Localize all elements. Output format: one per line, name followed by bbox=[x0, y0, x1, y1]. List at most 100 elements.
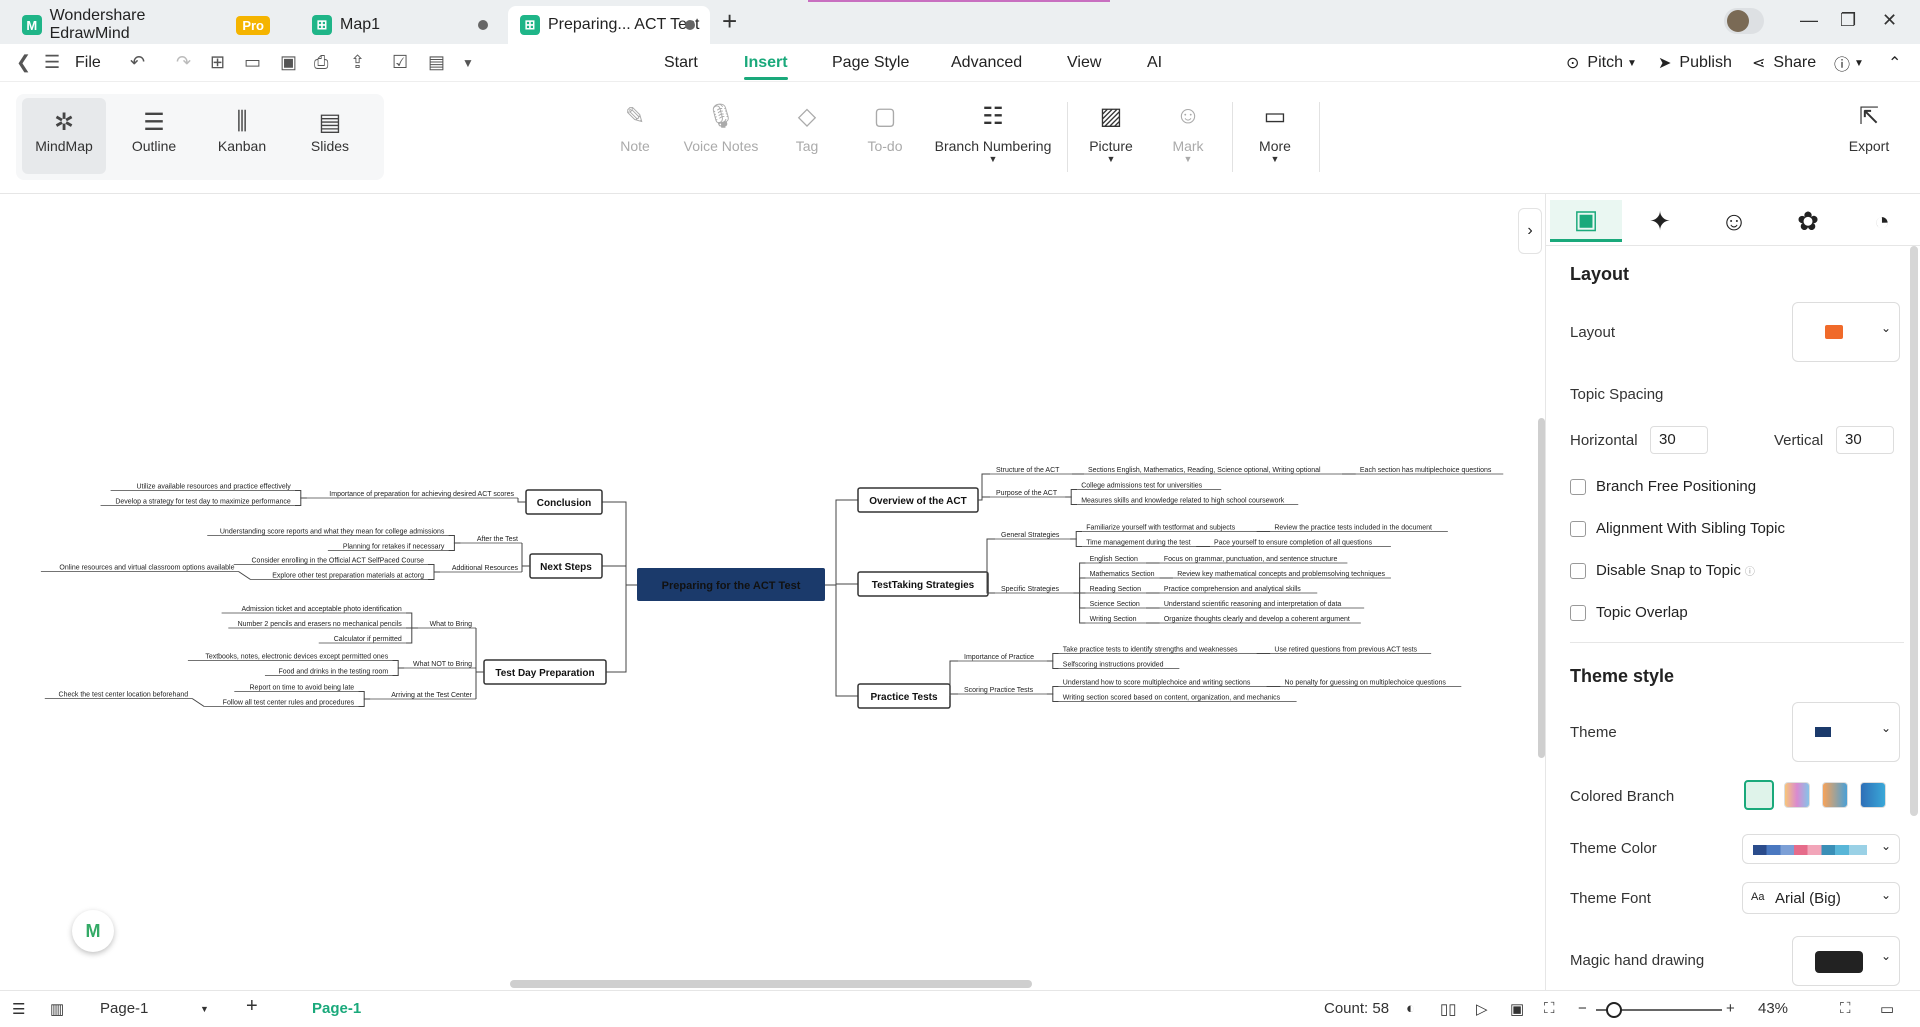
theme-dropdown[interactable]: ⌄ bbox=[1792, 702, 1900, 762]
topic-item-label: Explore other test preparation materials… bbox=[272, 573, 424, 580]
restore-icon[interactable]: ❐ bbox=[1840, 10, 1856, 31]
publish-button[interactable]: ➤ Publish bbox=[1658, 44, 1732, 82]
alignment-sibling-checkbox[interactable]: Alignment With Sibling Topic bbox=[1570, 520, 1785, 537]
branch-style-1[interactable] bbox=[1744, 780, 1774, 810]
open-folder-icon[interactable]: ▭ bbox=[244, 52, 261, 73]
undo-icon[interactable]: ↶ bbox=[130, 52, 145, 73]
zoom-slider-handle[interactable] bbox=[1606, 1002, 1622, 1018]
theme-color-dropdown[interactable]: ⌄ bbox=[1742, 834, 1900, 864]
chevron-down-icon: ▼ bbox=[1854, 57, 1864, 69]
branch-line bbox=[392, 667, 405, 676]
branch-style-3[interactable] bbox=[1822, 782, 1848, 808]
menu-page-style[interactable]: Page Style bbox=[832, 44, 909, 82]
unsaved-dot-icon[interactable] bbox=[685, 20, 695, 30]
info-icon[interactable]: ⓘ bbox=[1745, 563, 1755, 578]
unsaved-dot-icon[interactable] bbox=[478, 20, 488, 30]
vertical-scrollbar[interactable] bbox=[1538, 418, 1545, 758]
note-button[interactable]: ✎ Note bbox=[612, 102, 658, 154]
redo-icon[interactable]: ↷ bbox=[176, 52, 191, 73]
branch-numbering-button[interactable]: ☷ Branch Numbering ▼ bbox=[934, 102, 1052, 164]
tab-act-test[interactable]: ⊞ Preparing... ACT Test bbox=[508, 6, 710, 44]
tab-emoji-icon[interactable]: ☺ bbox=[1698, 200, 1770, 242]
fit-page-icon[interactable]: ▣ bbox=[1510, 1000, 1524, 1018]
panel-scrollbar[interactable] bbox=[1910, 246, 1918, 816]
layout-dropdown[interactable]: ⌄ bbox=[1792, 302, 1900, 362]
menu-start[interactable]: Start bbox=[664, 44, 698, 82]
tag-button[interactable]: ◇ Tag bbox=[786, 102, 828, 154]
hamburger-icon[interactable]: ☰ bbox=[44, 52, 60, 73]
menu-insert[interactable]: Insert bbox=[744, 44, 788, 82]
view-mindmap-button[interactable]: ✲ MindMap bbox=[22, 98, 106, 174]
list-settings-icon[interactable]: ☰ bbox=[12, 1000, 25, 1018]
customize-toolbar-icon[interactable]: ▼ bbox=[462, 56, 474, 70]
expand-panel-chevron-icon[interactable]: › bbox=[1518, 208, 1542, 254]
back-icon[interactable]: ❮ bbox=[16, 52, 31, 73]
pitch-icon: ⊙ bbox=[1566, 55, 1580, 72]
mark-button[interactable]: ☺ Mark ▼ bbox=[1168, 102, 1208, 164]
fit-screen-icon[interactable]: ⛶ bbox=[1544, 1000, 1555, 1017]
menu-advanced[interactable]: Advanced bbox=[951, 44, 1022, 82]
new-tab-plus-icon[interactable]: + bbox=[722, 6, 737, 37]
menu-view[interactable]: View bbox=[1067, 44, 1101, 82]
panel-toggle-icon[interactable]: ▭ bbox=[1880, 1000, 1894, 1018]
tab-history-icon[interactable]: ◔ bbox=[1846, 200, 1918, 242]
minimize-icon[interactable]: — bbox=[1800, 10, 1818, 31]
book-icon[interactable]: ▯▯ bbox=[1440, 1000, 1457, 1018]
view-kanban-button[interactable]: ⫼ Kanban bbox=[200, 98, 284, 174]
export-button[interactable]: ⇱ Export bbox=[1846, 102, 1892, 154]
chevron-down-icon: ⌄ bbox=[1880, 949, 1891, 963]
tab-map1[interactable]: ⊞ Map1 bbox=[300, 6, 500, 44]
horizontal-scrollbar[interactable] bbox=[510, 980, 1032, 988]
file-menu[interactable]: File bbox=[75, 54, 101, 72]
play-icon[interactable]: ▷ bbox=[1476, 1000, 1488, 1018]
branch-free-positioning-checkbox[interactable]: Branch Free Positioning bbox=[1570, 478, 1756, 495]
magic-hand-drawing-dropdown[interactable]: ⌄ bbox=[1792, 936, 1900, 986]
vertical-spacing-input[interactable]: 30 bbox=[1836, 426, 1894, 454]
disable-snap-checkbox[interactable]: Disable Snap to Topic ⓘ bbox=[1570, 562, 1755, 579]
close-icon[interactable]: ✕ bbox=[1882, 10, 1897, 31]
print-icon[interactable]: ⎙ bbox=[314, 52, 328, 73]
tab-ai-sparkle-icon[interactable]: ✦ bbox=[1624, 200, 1696, 242]
todo-button[interactable]: ▢ To-do bbox=[862, 102, 908, 154]
branch-line bbox=[606, 584, 637, 673]
zoom-in-icon[interactable]: + bbox=[1726, 1000, 1735, 1017]
pitch-button[interactable]: ⊙ Pitch ▼ bbox=[1566, 44, 1637, 82]
save-as-icon[interactable]: ▤ bbox=[428, 52, 445, 73]
topic-overlap-checkbox[interactable]: Topic Overlap bbox=[1570, 604, 1688, 621]
tab-home[interactable]: M Wondershare EdrawMind Pro bbox=[10, 6, 270, 44]
page-select[interactable]: Page-1 ▼ bbox=[100, 1000, 212, 1017]
branch-line bbox=[521, 543, 530, 567]
page-tab[interactable]: Page-1 bbox=[312, 1000, 361, 1017]
tab-badge-icon[interactable]: ✿ bbox=[1772, 200, 1844, 242]
collapse-ribbon-icon[interactable]: ⌃ bbox=[1888, 44, 1901, 82]
menu-ai[interactable]: AI bbox=[1147, 44, 1162, 82]
vertical-label: Vertical bbox=[1774, 432, 1824, 449]
avatar[interactable] bbox=[1724, 8, 1764, 34]
horizontal-spacing-input[interactable]: 30 bbox=[1650, 426, 1708, 454]
mindmap-canvas[interactable]: Preparing for the ACT Test Overview of th… bbox=[0, 194, 1545, 990]
picture-button[interactable]: ▨ Picture ▼ bbox=[1086, 102, 1136, 164]
zoom-out-icon[interactable]: − bbox=[1578, 1000, 1587, 1017]
more-button[interactable]: ▭ More ▼ bbox=[1254, 102, 1296, 164]
save-icon[interactable]: ▣ bbox=[280, 52, 297, 73]
voice-notes-button[interactable]: 🎙 Voice Notes bbox=[680, 102, 762, 154]
view-slides-button[interactable]: ▤ Slides bbox=[288, 98, 372, 174]
ai-assistant-icon[interactable]: M bbox=[72, 910, 114, 952]
properties-panel: ▣ ✦ ☺ ✿ ◔ Layout Layout ⌄ Topic Spacing … bbox=[1545, 194, 1920, 990]
export-small-icon[interactable]: ⇪ bbox=[350, 52, 365, 73]
sidebar-toggle-icon[interactable]: ▥ bbox=[50, 1000, 64, 1018]
tab-layout-icon[interactable]: ▣ bbox=[1550, 200, 1622, 242]
add-page-icon[interactable]: + bbox=[246, 995, 258, 1018]
branch-line bbox=[1046, 693, 1059, 702]
help-button[interactable]: ⓘ ▼ bbox=[1834, 44, 1864, 82]
view-outline-button[interactable]: ☰ Outline bbox=[112, 98, 196, 174]
fullscreen-icon[interactable]: ⛶ bbox=[1840, 1000, 1851, 1017]
new-file-icon[interactable]: ⊞ bbox=[210, 52, 225, 73]
branch-style-4[interactable] bbox=[1860, 782, 1886, 808]
branch-style-2[interactable] bbox=[1784, 782, 1810, 808]
topic-detail-label: Practice comprehension and analytical sk… bbox=[1164, 586, 1301, 593]
theme-font-dropdown[interactable]: Aa Arial (Big) ⌄ bbox=[1742, 882, 1900, 914]
share-button[interactable]: ⋖ Share bbox=[1752, 44, 1816, 82]
checkmark-export-icon[interactable]: ☑ bbox=[392, 52, 408, 73]
theme-toggle-icon[interactable]: ◐ bbox=[1406, 1000, 1415, 1017]
